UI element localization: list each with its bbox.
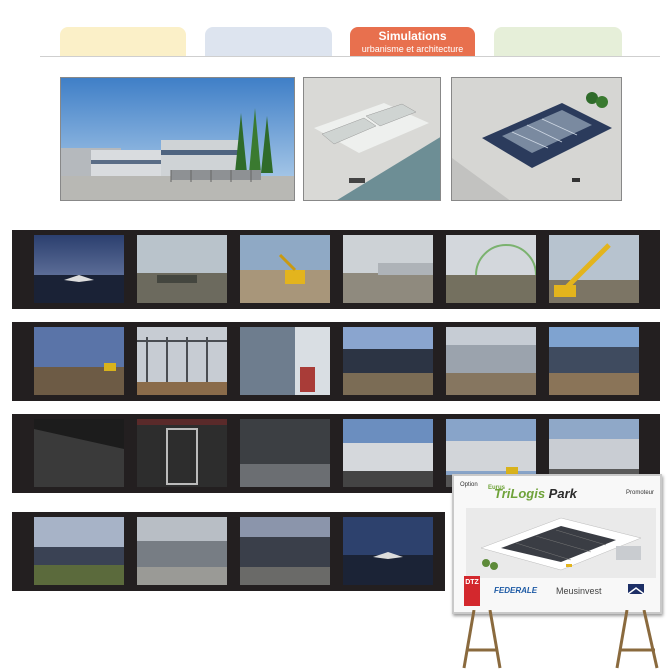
frame-parking[interactable] [137,517,227,585]
frame-field-dusk[interactable] [34,327,124,395]
board-title: TriLogis Park [494,486,577,501]
logo-dtz: DTZ [464,576,480,606]
frame-night-plane[interactable] [343,517,433,585]
render-roof-aerial[interactable] [451,77,622,201]
tab-yellow[interactable] [60,27,186,57]
board-aerial-render [466,508,656,578]
strip-construction-2 [12,322,660,401]
header-divider [40,56,660,57]
frame-site-plane[interactable] [137,235,227,303]
logo-mourey-icon [627,584,645,595]
frame-empty-hall[interactable] [240,419,330,487]
frame-warehouse-front[interactable] [343,327,433,395]
frame-excavator[interactable] [240,235,330,303]
strip-construction-1 [12,230,660,309]
frame-lawn-dusk[interactable] [34,517,124,585]
tab-simulations-subtitle: urbanisme et architecture [361,44,464,54]
frame-site-warehouse[interactable] [343,235,433,303]
logo-meusinvest: Meusinvest [556,586,602,596]
frame-warehouse-blue[interactable] [549,327,639,395]
render-warehouse-street[interactable] [60,77,295,201]
tab-blue[interactable] [205,27,332,57]
tab-simulations-title: Simulations [378,29,447,43]
frame-crane[interactable] [549,235,639,303]
trilogis-park-board[interactable]: Option Eurus TriLogis Park Promoteur DTZ… [452,474,662,614]
frame-night-sky[interactable] [34,235,124,303]
frame-dock-blue[interactable] [343,419,433,487]
strip-construction-4 [12,512,445,591]
render-waterfront-aerial[interactable] [303,77,441,201]
frame-rainbow[interactable] [446,235,536,303]
frame-steel-frame[interactable] [137,327,227,395]
board-easel [462,610,659,669]
frame-scaffold-hall[interactable] [137,419,227,487]
frame-warehouse-grey[interactable] [446,327,536,395]
logo-federale: FEDERALE [494,586,538,595]
tab-green[interactable] [494,27,622,57]
board-kicker: Option [460,482,478,488]
tab-simulations[interactable]: Simulations urbanisme et architecture [350,27,475,57]
frame-dock-evening[interactable] [240,517,330,585]
board-promoter: Promoteur [625,490,654,496]
frame-dark-hall[interactable] [34,419,124,487]
frame-interior-glass[interactable] [240,327,330,395]
